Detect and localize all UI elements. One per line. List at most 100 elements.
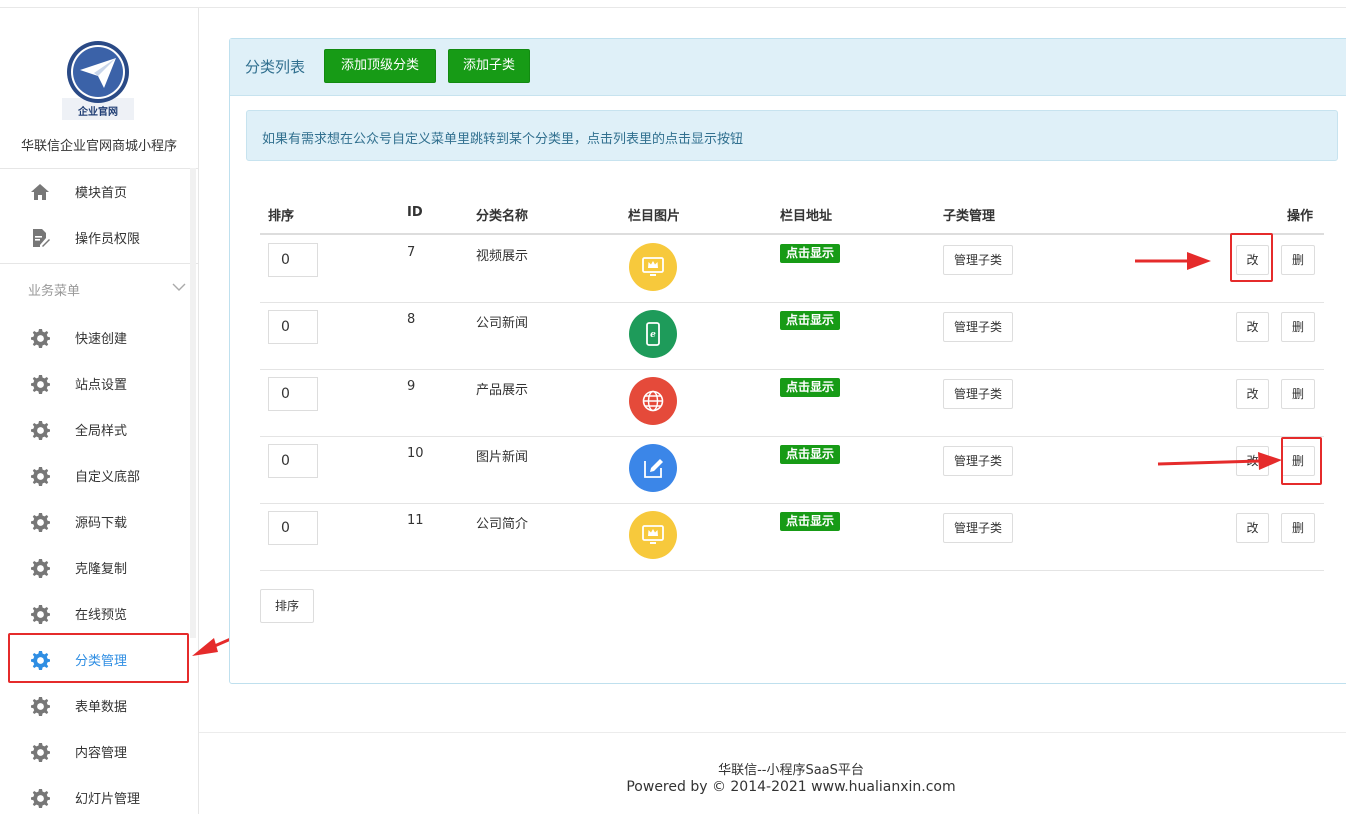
manage-subcategories-button[interactable]: 管理子类 — [943, 513, 1013, 543]
annotation-highlight-box — [1281, 437, 1322, 485]
sidebar: 企业官网 华联信企业官网商城小程序 模块首页 操作员权限 业务菜单 快速创建站点… — [0, 8, 199, 814]
menu-divider — [0, 263, 198, 264]
category-id: 7 — [407, 245, 416, 260]
table-row: 0 9 产品展示 点击显示 管理子类 改删 — [260, 369, 1324, 437]
sort-submit-button[interactable]: 排序 — [260, 589, 314, 623]
sidebar-item-4[interactable]: 源码下载 — [0, 501, 190, 541]
category-id: 11 — [407, 513, 424, 528]
gear-icon — [30, 742, 50, 762]
category-id: 10 — [407, 446, 424, 461]
sidebar-item-10[interactable]: 幻灯片管理 — [0, 777, 190, 817]
sidebar-item-label: 模块首页 — [75, 186, 128, 201]
sidebar-item-0[interactable]: 快速创建 — [0, 317, 190, 357]
sort-order-input[interactable]: 0 — [268, 310, 318, 344]
chevron-down-icon[interactable] — [172, 281, 186, 291]
delete-button[interactable]: 删 — [1281, 245, 1315, 275]
sort-order-input[interactable]: 0 — [268, 243, 318, 277]
sort-order-input[interactable]: 0 — [268, 444, 318, 478]
gear-icon — [30, 696, 50, 716]
site-name: 华联信企业官网商城小程序 — [20, 139, 177, 154]
manage-subcategories-button[interactable]: 管理子类 — [943, 312, 1013, 342]
add-subcategory-button[interactable]: 添加子类 — [448, 49, 530, 83]
column-header-name: 分类名称 — [476, 209, 529, 224]
table-row: 0 8 公司新闻 e 点击显示 管理子类 改删 — [260, 302, 1324, 370]
annotation-arrow-icon — [1135, 252, 1211, 270]
category-name: 公司新闻 — [476, 316, 529, 331]
sidebar-item-9[interactable]: 内容管理 — [0, 731, 190, 771]
show-link-badge[interactable]: 点击显示 — [780, 311, 841, 330]
category-id: 8 — [407, 312, 416, 327]
sidebar-item-label: 快速创建 — [75, 332, 128, 347]
gear-icon — [30, 328, 50, 348]
sidebar-item-6[interactable]: 在线预览 — [0, 593, 190, 633]
sidebar-item-label: 操作员权限 — [75, 232, 141, 247]
add-top-category-button[interactable]: 添加顶级分类 — [324, 49, 436, 83]
sidebar-item-2[interactable]: 全局样式 — [0, 409, 190, 449]
manage-subcategories-button[interactable]: 管理子类 — [943, 245, 1013, 275]
show-link-badge[interactable]: 点击显示 — [780, 378, 841, 397]
edit-button[interactable]: 改 — [1236, 379, 1269, 409]
sidebar-item-module-home[interactable]: 模块首页 — [0, 171, 190, 211]
panel-header: 分类列表 添加顶级分类 添加子类 — [230, 39, 1346, 96]
category-image — [629, 511, 677, 559]
show-link-badge[interactable]: 点击显示 — [780, 445, 841, 464]
column-header-sort: 排序 — [268, 209, 295, 224]
category-image — [629, 444, 677, 492]
column-header-address: 栏目地址 — [780, 209, 833, 224]
sidebar-item-1[interactable]: 站点设置 — [0, 363, 190, 403]
gear-icon — [30, 420, 50, 440]
info-notice-text: 如果有需求想在公众号自定义菜单里跳转到某个分类里，点击列表里的点击显示按钮 — [262, 132, 744, 147]
show-link-badge[interactable]: 点击显示 — [780, 244, 841, 263]
sidebar-item-label: 源码下载 — [75, 516, 128, 531]
delete-button[interactable]: 删 — [1281, 312, 1315, 342]
category-image — [629, 243, 677, 291]
footer-copyright[interactable]: Powered by © 2014-2021 www.hualianxin.co… — [199, 779, 1346, 795]
column-header-actions: 操作 — [1287, 209, 1314, 224]
footer-brand: 华联信--小程序SaaS平台 — [718, 763, 864, 778]
svg-text:e: e — [650, 330, 656, 340]
top-divider — [0, 7, 1346, 8]
delete-button[interactable]: 删 — [1281, 379, 1315, 409]
gear-icon — [30, 604, 50, 624]
table-row: 0 11 公司简介 点击显示 管理子类 改删 — [260, 503, 1324, 571]
category-name: 公司简介 — [476, 517, 529, 532]
sidebar-item-operator-permissions[interactable]: 操作员权限 — [0, 217, 190, 257]
annotation-highlight-box — [8, 633, 189, 683]
category-name: 视频展示 — [476, 249, 529, 264]
sidebar-item-label: 在线预览 — [75, 608, 128, 623]
edit-button[interactable]: 改 — [1236, 312, 1269, 342]
gear-icon — [30, 374, 50, 394]
sidebar-item-3[interactable]: 自定义底部 — [0, 455, 190, 495]
category-image — [629, 377, 677, 425]
sidebar-item-label: 幻灯片管理 — [75, 792, 141, 807]
manage-subcategories-button[interactable]: 管理子类 — [943, 446, 1013, 476]
sort-order-input[interactable]: 0 — [268, 377, 318, 411]
svg-text:企业官网: 企业官网 — [77, 105, 118, 118]
category-list-panel: 分类列表 添加顶级分类 添加子类 如果有需求想在公众号自定义菜单里跳转到某个分类… — [229, 38, 1346, 684]
sidebar-scrollbar[interactable] — [190, 168, 196, 638]
footer-divider — [199, 732, 1346, 733]
site-logo[interactable]: 企业官网 — [62, 40, 134, 120]
sidebar-item-label: 表单数据 — [75, 700, 128, 715]
sidebar-item-label: 自定义底部 — [75, 470, 141, 485]
gear-icon — [30, 512, 50, 532]
document-edit-icon — [30, 228, 50, 248]
sidebar-item-5[interactable]: 克隆复制 — [0, 547, 190, 587]
sidebar-item-label: 内容管理 — [75, 746, 128, 761]
show-link-badge[interactable]: 点击显示 — [780, 512, 841, 531]
manage-subcategories-button[interactable]: 管理子类 — [943, 379, 1013, 409]
menu-divider — [0, 168, 198, 169]
sidebar-item-8[interactable]: 表单数据 — [0, 685, 190, 725]
delete-button[interactable]: 删 — [1281, 513, 1315, 543]
category-image: e — [629, 310, 677, 358]
edit-button[interactable]: 改 — [1236, 513, 1269, 543]
annotation-arrow-icon — [1157, 452, 1282, 470]
column-header-children: 子类管理 — [943, 209, 996, 224]
sort-order-input[interactable]: 0 — [268, 511, 318, 545]
sidebar-item-label: 克隆复制 — [75, 562, 128, 577]
info-notice: 如果有需求想在公众号自定义菜单里跳转到某个分类里，点击列表里的点击显示按钮 — [246, 110, 1338, 161]
home-icon — [30, 182, 50, 202]
section-label-business-menu: 业务菜单 — [28, 284, 81, 299]
column-header-image: 栏目图片 — [628, 209, 681, 224]
annotation-highlight-box — [1230, 233, 1273, 282]
